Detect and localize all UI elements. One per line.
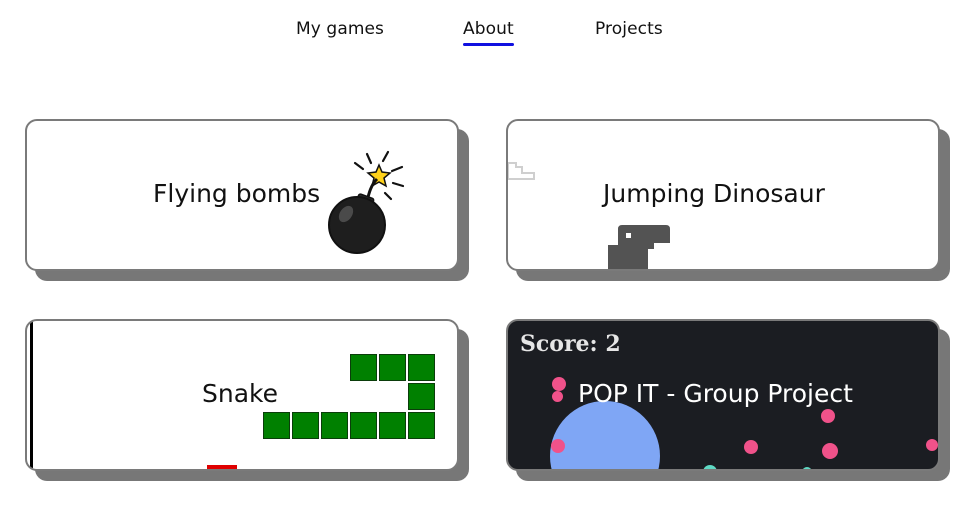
bubble bbox=[551, 439, 565, 453]
snake-segment bbox=[408, 412, 435, 439]
dinosaur-icon bbox=[608, 225, 670, 269]
snake-segment bbox=[408, 383, 435, 410]
bomb-icon bbox=[328, 150, 405, 254]
game-card-pop-it[interactable]: Score: 2 POP IT - Group Project bbox=[506, 319, 950, 481]
bubble bbox=[703, 465, 717, 469]
card-title: Snake bbox=[202, 379, 279, 408]
bubble bbox=[822, 443, 838, 459]
card-title: POP IT - Group Project bbox=[578, 379, 853, 408]
snake-segment bbox=[263, 412, 290, 439]
nav-link-my-games[interactable]: My games bbox=[296, 19, 384, 39]
snake-segment bbox=[292, 412, 319, 439]
snake-segment bbox=[379, 412, 406, 439]
bubble bbox=[821, 409, 835, 423]
cloud-icon bbox=[508, 162, 535, 180]
score-label: Score: 2 bbox=[520, 331, 621, 357]
nav-link-about[interactable]: About bbox=[463, 19, 514, 46]
card-title: Flying bombs bbox=[153, 179, 321, 208]
card-body: Score: 2 POP IT - Group Project bbox=[506, 319, 940, 471]
bubble bbox=[552, 377, 566, 391]
game-card-flying-bombs[interactable]: Flying bombs bbox=[25, 119, 469, 281]
snake-segment bbox=[408, 354, 435, 381]
card-body: Snake bbox=[25, 319, 459, 471]
snake-segment bbox=[350, 354, 377, 381]
card-title: Jumping Dinosaur bbox=[603, 179, 825, 208]
game-card-snake[interactable]: Snake bbox=[25, 319, 469, 481]
snake-segment bbox=[321, 412, 348, 439]
left-wall bbox=[30, 321, 33, 469]
game-card-jumping-dinosaur[interactable]: Jumping Dinosaur bbox=[506, 119, 950, 281]
bubble bbox=[550, 401, 660, 469]
food-item bbox=[207, 465, 237, 469]
snake-segment bbox=[379, 354, 406, 381]
bubble bbox=[744, 440, 758, 454]
top-navigation: My games About Projects bbox=[0, 0, 974, 60]
bubble bbox=[926, 439, 938, 451]
bubble bbox=[802, 467, 812, 469]
nav-link-projects[interactable]: Projects bbox=[595, 19, 663, 39]
bubble bbox=[552, 391, 563, 402]
card-body: Jumping Dinosaur bbox=[506, 119, 940, 271]
card-body: Flying bombs bbox=[25, 119, 459, 271]
snake-segment bbox=[350, 412, 377, 439]
